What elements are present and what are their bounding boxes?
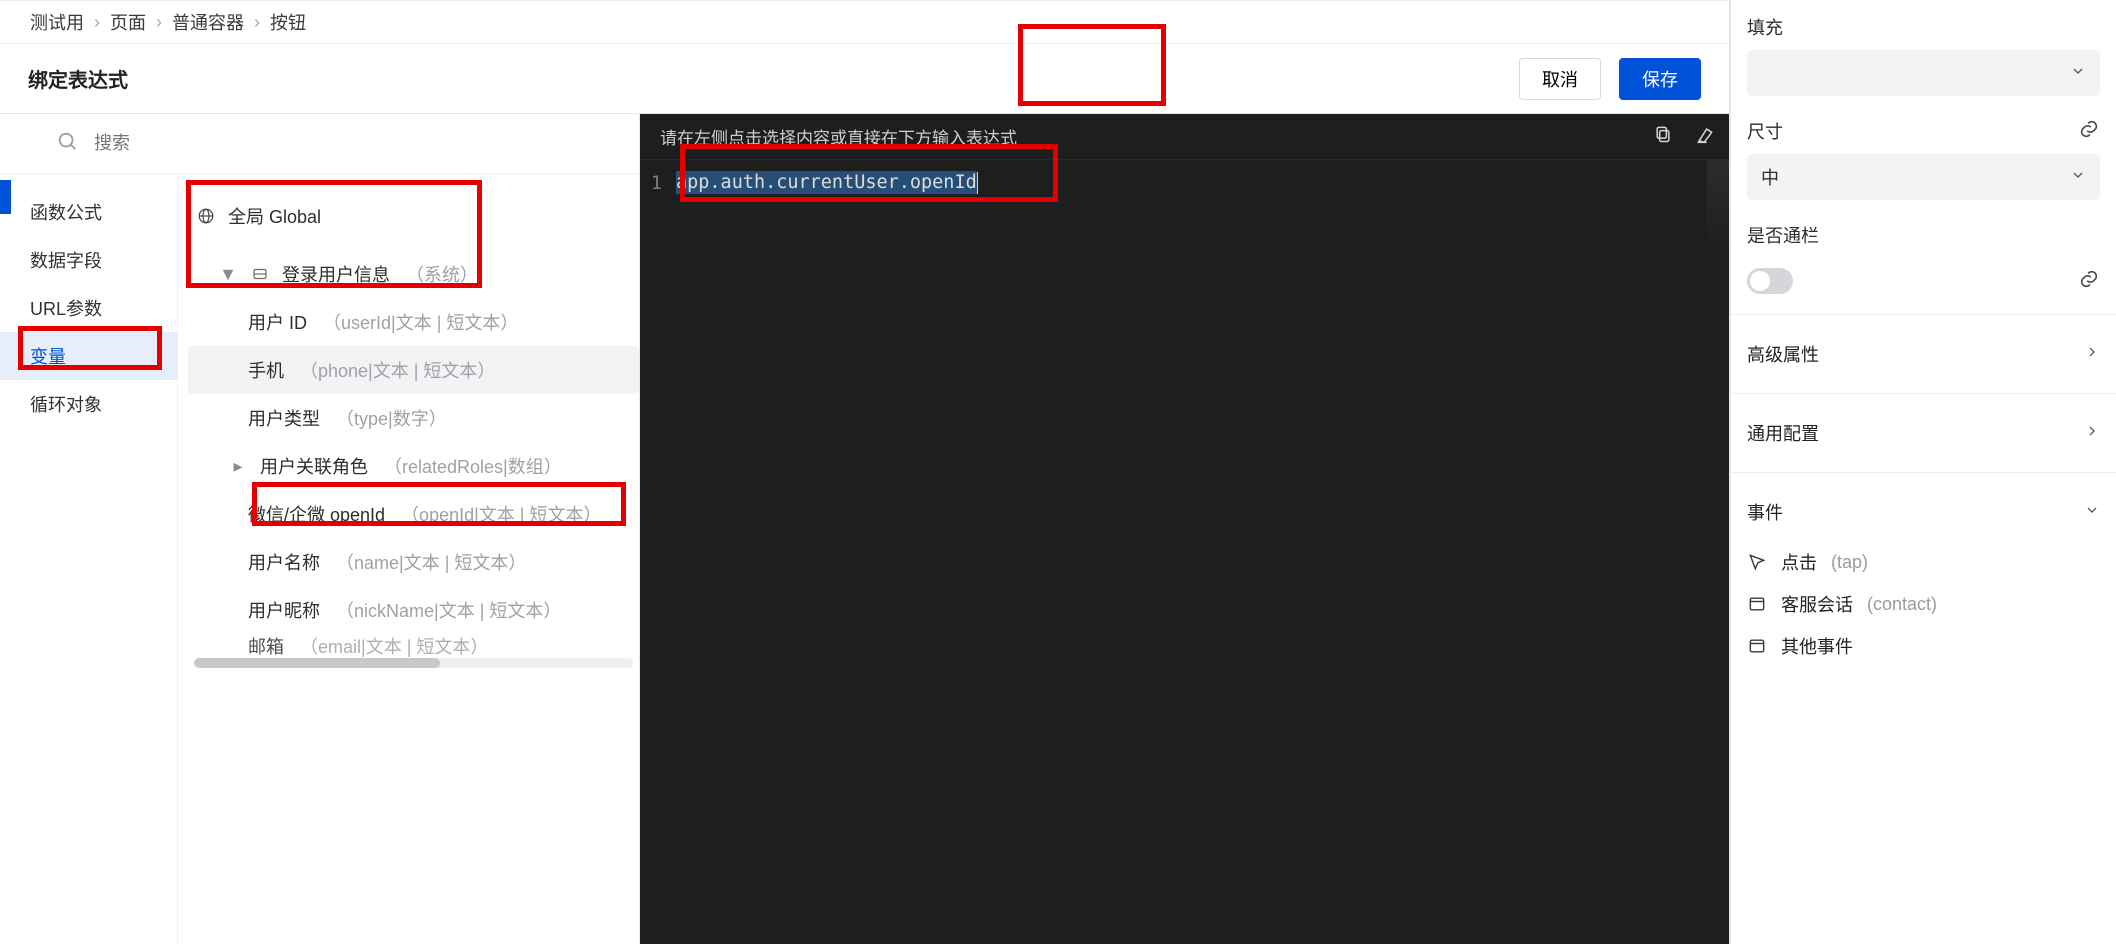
tree-item-related-roles[interactable]: ▸ 用户关联角色 （relatedRoles|数组） bbox=[188, 442, 639, 490]
tree-item-meta: （relatedRoles|数组） bbox=[384, 453, 562, 479]
globe-icon bbox=[196, 207, 216, 225]
chevron-right-icon: › bbox=[254, 12, 260, 33]
tree-item-title: 用户类型 bbox=[248, 405, 320, 431]
expression-editor: 请在左侧点击选择内容或直接在下方输入表达式 1 app.auth.current… bbox=[640, 114, 1729, 944]
section-advanced[interactable]: 高级属性 bbox=[1747, 325, 2100, 383]
event-hint: (contact) bbox=[1867, 594, 1937, 615]
tree-item-openid[interactable]: 微信/企微 openId （openId|文本 | 短文本） bbox=[188, 490, 639, 538]
code-text: app.auth.currentUser.openId bbox=[676, 171, 977, 194]
caret-right-icon[interactable]: ▸ bbox=[228, 456, 248, 477]
chevron-right-icon bbox=[2084, 344, 2100, 365]
tree-item-meta: （nickName|文本 | 短文本） bbox=[336, 597, 561, 623]
chevron-down-icon bbox=[2070, 63, 2086, 84]
tree-item-email[interactable]: 邮箱 （email|文本 | 短文本） bbox=[188, 634, 639, 658]
tree-item-meta: （userId|文本 | 短文本） bbox=[323, 309, 518, 335]
chevron-right-icon: › bbox=[94, 12, 100, 33]
event-label: 客服会话 bbox=[1781, 591, 1853, 617]
tree-item-title: 邮箱 bbox=[248, 634, 284, 658]
tree-item-phone[interactable]: 手机 （phone|文本 | 短文本） bbox=[188, 346, 639, 394]
code-area[interactable]: 1 app.auth.currentUser.openId bbox=[640, 160, 1729, 944]
tree-item-meta: （name|文本 | 短文本） bbox=[336, 549, 526, 575]
search-input[interactable] bbox=[94, 133, 611, 154]
category-variable[interactable]: 变量 bbox=[0, 332, 177, 380]
tree-item-nickname[interactable]: 用户昵称 （nickName|文本 | 短文本） bbox=[188, 586, 639, 634]
tree-item-title: 用户 ID bbox=[248, 309, 307, 335]
prop-size-select[interactable]: 中 bbox=[1747, 154, 2100, 200]
category-url-param[interactable]: URL参数 bbox=[0, 284, 177, 332]
category-list: 函数公式 数据字段 URL参数 变量 循环对象 bbox=[0, 174, 178, 944]
link-icon[interactable] bbox=[2078, 268, 2100, 295]
chevron-down-icon bbox=[2070, 167, 2086, 188]
tree-node-login-user[interactable]: ▼ 登录用户信息 （系统） bbox=[188, 250, 639, 298]
editor-toolbar: 请在左侧点击选择内容或直接在下方输入表达式 bbox=[640, 114, 1729, 160]
tree-item-name[interactable]: 用户名称 （name|文本 | 短文本） bbox=[188, 538, 639, 586]
prop-size-label: 尺寸 bbox=[1747, 118, 1783, 144]
tree-item-meta: （email|文本 | 短文本） bbox=[300, 634, 488, 658]
save-button[interactable]: 保存 bbox=[1619, 58, 1701, 100]
search-icon bbox=[56, 130, 78, 157]
tree-node-global[interactable]: 全局 Global bbox=[188, 192, 639, 240]
chevron-right-icon bbox=[2084, 423, 2100, 444]
tree-item-type[interactable]: 用户类型 （type|数字） bbox=[188, 394, 639, 442]
link-icon[interactable] bbox=[2078, 118, 2100, 145]
section-label: 高级属性 bbox=[1747, 341, 1819, 367]
event-label: 点击 bbox=[1781, 549, 1817, 575]
variable-tree: 全局 Global ▼ 登录用户信息 （系统） 用户 ID （userId|文本… bbox=[178, 174, 639, 944]
caret-down-icon[interactable]: ▼ bbox=[218, 264, 238, 285]
clear-icon[interactable] bbox=[1695, 124, 1715, 149]
modal-title: 绑定表达式 bbox=[28, 64, 128, 93]
inspector-panel: 填充 尺寸 中 是否通栏 高级属性 通用配置 事件 点击 (tap) 客服会话 bbox=[1730, 0, 2116, 944]
event-label: 其他事件 bbox=[1781, 633, 1853, 659]
editor-hint: 请在左侧点击选择内容或直接在下方输入表达式 bbox=[660, 124, 1017, 149]
tree-item-meta: （phone|文本 | 短文本） bbox=[300, 357, 495, 383]
tree-item-title: 用户名称 bbox=[248, 549, 320, 575]
minimap[interactable] bbox=[1707, 160, 1729, 944]
chevron-right-icon: › bbox=[156, 12, 162, 33]
category-function[interactable]: 函数公式 bbox=[0, 188, 177, 236]
breadcrumb-item[interactable]: 按钮 bbox=[270, 9, 306, 35]
category-data-field[interactable]: 数据字段 bbox=[0, 236, 177, 284]
breadcrumb-item[interactable]: 普通容器 bbox=[172, 9, 244, 35]
breadcrumb: 测试用 › 页面 › 普通容器 › 按钮 bbox=[0, 0, 1729, 44]
chevron-down-icon bbox=[2084, 502, 2100, 523]
section-label: 通用配置 bbox=[1747, 420, 1819, 446]
copy-icon[interactable] bbox=[1653, 124, 1673, 149]
line-number: 1 bbox=[640, 173, 676, 194]
prop-fullwidth-label: 是否通栏 bbox=[1747, 222, 1819, 248]
tree-item-meta: （type|数字） bbox=[336, 405, 447, 431]
tree-item-title: 用户关联角色 bbox=[260, 453, 368, 479]
prop-size-value: 中 bbox=[1761, 164, 1779, 190]
category-loop-object[interactable]: 循环对象 bbox=[0, 380, 177, 428]
tree-item-title: 用户昵称 bbox=[248, 597, 320, 623]
prop-fill-select[interactable] bbox=[1747, 50, 2100, 96]
expression-binding-panel: 测试用 › 页面 › 普通容器 › 按钮 绑定表达式 取消 保存 bbox=[0, 0, 1730, 944]
section-label: 事件 bbox=[1747, 499, 1783, 525]
section-events[interactable]: 事件 bbox=[1747, 483, 2100, 541]
tree-item-userid[interactable]: 用户 ID （userId|文本 | 短文本） bbox=[188, 298, 639, 346]
event-hint: (tap) bbox=[1831, 552, 1868, 573]
breadcrumb-item[interactable]: 测试用 bbox=[30, 9, 84, 35]
horizontal-scrollbar[interactable] bbox=[194, 658, 633, 668]
cancel-button[interactable]: 取消 bbox=[1519, 58, 1601, 100]
tree-node-tag: （系统） bbox=[406, 261, 478, 287]
tree-node-label: 登录用户信息 bbox=[282, 261, 390, 287]
prop-fill-label: 填充 bbox=[1747, 14, 1783, 40]
search-bar bbox=[0, 114, 639, 174]
event-contact[interactable]: 客服会话 (contact) bbox=[1747, 583, 2100, 625]
tree-item-meta: （openId|文本 | 短文本） bbox=[401, 501, 601, 527]
tree-node-label: 全局 Global bbox=[228, 203, 321, 229]
prop-fullwidth-toggle[interactable] bbox=[1747, 268, 1793, 294]
event-tap[interactable]: 点击 (tap) bbox=[1747, 541, 2100, 583]
section-general[interactable]: 通用配置 bbox=[1747, 404, 2100, 462]
event-other[interactable]: 其他事件 bbox=[1747, 625, 2100, 667]
data-block-icon bbox=[250, 265, 270, 283]
tree-item-title: 微信/企微 openId bbox=[248, 501, 385, 527]
breadcrumb-item[interactable]: 页面 bbox=[110, 9, 146, 35]
tree-item-title: 手机 bbox=[248, 357, 284, 383]
modal-header: 绑定表达式 取消 保存 bbox=[0, 44, 1729, 114]
